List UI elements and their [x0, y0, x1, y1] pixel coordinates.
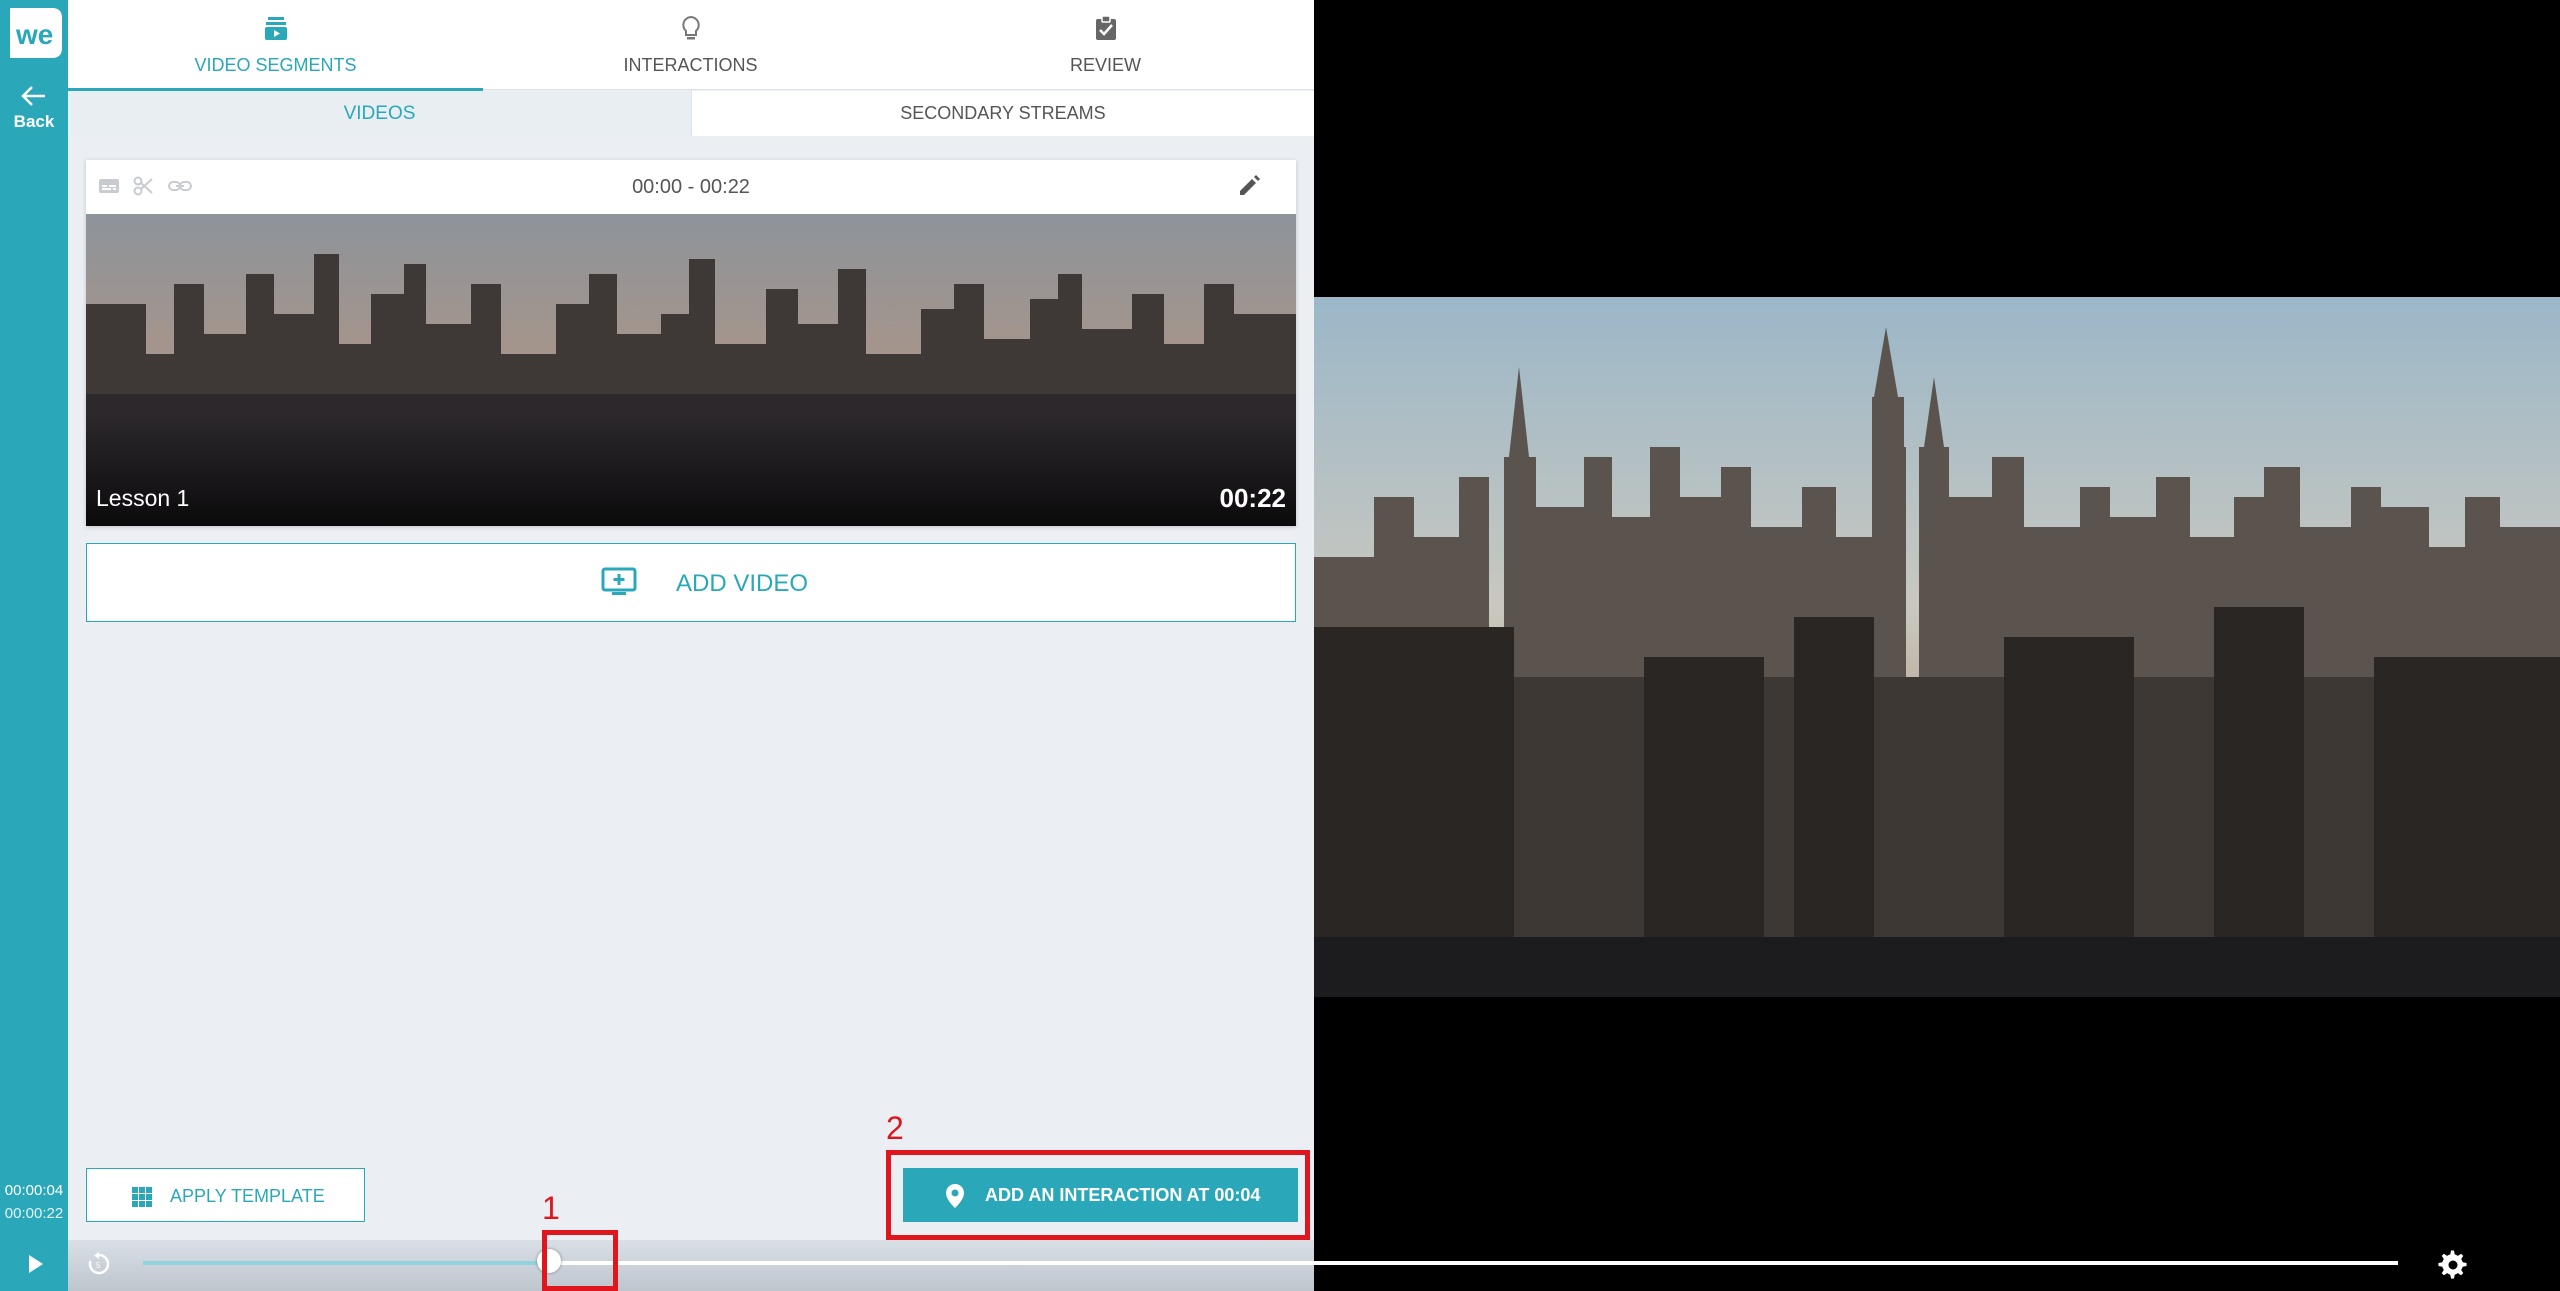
subtab-secondary-streams[interactable]: SECONDARY STREAMS [691, 91, 1314, 136]
controls-background [68, 1240, 1314, 1291]
back-label: Back [13, 112, 55, 131]
play-icon[interactable] [23, 1252, 47, 1276]
app-logo[interactable]: we [6, 4, 64, 62]
segment-thumbnail[interactable]: Lesson 1 00:22 [86, 214, 1296, 526]
segment-time-range: 00:00 - 00:22 [632, 176, 750, 198]
segment-name: Lesson 1 [96, 485, 190, 511]
video-segment-card[interactable]: 00:00 - 00:22 Lesson 1 00:22 [86, 160, 1296, 526]
editor-panel: VIDEO SEGMENTS INTERACTIONS REVIEW VIDEO… [68, 0, 1314, 1291]
tab-label: VIDEO SEGMENTS [194, 55, 357, 75]
add-video-button[interactable]: ADD VIDEO [86, 543, 1296, 622]
top-tabs: VIDEO SEGMENTS INTERACTIONS REVIEW [68, 0, 1314, 91]
apply-template-button[interactable]: APPLY TEMPLATE [86, 1168, 365, 1222]
tab-video-segments[interactable]: VIDEO SEGMENTS [68, 0, 483, 91]
timeline-progress [143, 1261, 549, 1265]
sub-tabs: VIDEOS SECONDARY STREAMS [68, 91, 1314, 136]
playback-controls: 5 [29, 1240, 2560, 1291]
gear-icon[interactable] [2438, 1250, 2468, 1280]
subtab-videos[interactable]: VIDEOS [68, 91, 691, 136]
annotation-box-1 [542, 1230, 618, 1291]
back-button[interactable]: Back [0, 84, 68, 132]
tab-interactions[interactable]: INTERACTIONS [483, 0, 898, 90]
grid-icon [132, 1187, 152, 1207]
arrow-left-icon [21, 86, 45, 106]
tab-review[interactable]: REVIEW [898, 0, 1313, 90]
video-stack-icon [264, 17, 287, 40]
annotation-number-2: 2 [886, 1110, 904, 1146]
city-skyline-thumbnail [86, 214, 1296, 526]
add-video-label: ADD VIDEO [676, 570, 809, 597]
tab-label: REVIEW [1069, 55, 1141, 75]
replay-icon[interactable]: 5 [86, 1251, 112, 1277]
tab-label: INTERACTIONS [623, 55, 758, 75]
video-player[interactable] [1314, 0, 2560, 1291]
current-time: 00:00:04 [4, 1182, 64, 1199]
svg-text:5: 5 [96, 1261, 101, 1270]
lightbulb-icon [681, 15, 700, 40]
annotation-box-2 [886, 1150, 1310, 1240]
logo-text: we [15, 19, 53, 50]
total-time: 00:00:22 [4, 1205, 64, 1222]
clipboard-check-icon [1095, 15, 1116, 40]
add-to-screen-icon [601, 567, 637, 595]
pencil-icon[interactable] [1236, 173, 1262, 199]
apply-template-label: APPLY TEMPLATE [170, 1186, 325, 1206]
segment-duration: 00:22 [1219, 483, 1287, 513]
timeline-track[interactable] [143, 1249, 2398, 1273]
segment-header: 00:00 - 00:22 [86, 160, 1296, 214]
annotation-number-1: 1 [542, 1190, 560, 1226]
left-rail: we Back 00:00:04 00:00:22 [0, 0, 68, 1291]
video-frame [1314, 297, 2560, 997]
